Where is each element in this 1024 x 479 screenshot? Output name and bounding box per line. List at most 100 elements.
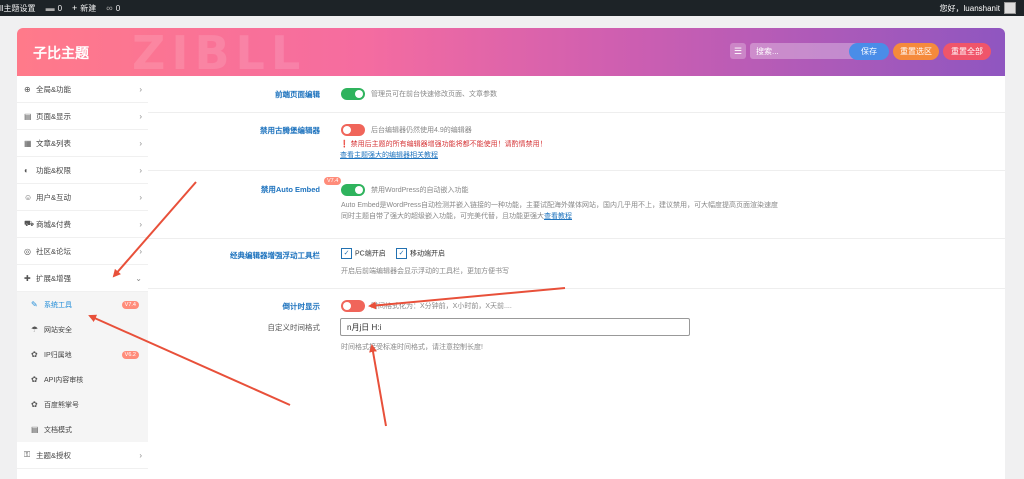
expand-menu-button[interactable]: ☰ bbox=[730, 43, 746, 59]
setting-desc: 禁用WordPress的自动嵌入功能 bbox=[371, 187, 469, 194]
sidebar-item-license[interactable]: ⚿ 主题&授权 › bbox=[17, 442, 148, 469]
sidebar-subitem-baidu[interactable]: ✿ 百度熊掌号 bbox=[17, 392, 148, 417]
chevron-right-icon: › bbox=[139, 450, 142, 460]
sidebar-item-label: 功能&权限 bbox=[36, 165, 72, 175]
puzzle-icon: ✚ bbox=[24, 273, 31, 283]
setting-desc: 后台编辑器仍然使用4.9的编辑器 bbox=[371, 127, 472, 134]
chevron-right-icon: › bbox=[139, 111, 142, 121]
comment-icon: ▬ bbox=[45, 3, 55, 13]
chevron-right-icon: › bbox=[139, 84, 142, 94]
sidebar-item-label: 社区&论坛 bbox=[36, 246, 72, 256]
setting-label: 禁用Auto Embed bbox=[260, 185, 320, 194]
mobile-checkbox-label: 移动端开启 bbox=[410, 250, 445, 258]
chevron-right-icon: › bbox=[139, 192, 142, 202]
time-format-hint: 时间格式接受标准时间格式，请注意控制长度! bbox=[341, 344, 483, 351]
sidebar-subitem-label: 文档模式 bbox=[44, 426, 72, 434]
pc-checkbox-group[interactable]: ✓ PC端开启 bbox=[341, 248, 386, 259]
setting-row-classic-editor: 禁用古腾堡编辑器 后台编辑器仍然使用4.9的编辑器 ❗ 禁用后主题的所有编辑器增… bbox=[148, 112, 1005, 171]
pc-checkbox[interactable]: ✓ bbox=[341, 248, 352, 259]
sidebar-item-shop[interactable]: ⛟ 商城&付费 › bbox=[17, 211, 148, 238]
setting-detail: Auto Embed是WordPress自动检测并嵌入链接的一种功能，主要试配海… bbox=[341, 202, 779, 209]
avatar[interactable] bbox=[1004, 2, 1016, 14]
sidebar-item-global[interactable]: ⊕ 全局&功能 › bbox=[17, 76, 148, 103]
link-icon: ∞ bbox=[106, 3, 113, 13]
setting-row-auto-embed: 禁用Auto Embed V7.4 禁用WordPress的自动嵌入功能 Aut… bbox=[148, 170, 1005, 239]
sidebar-item-label: 全局&功能 bbox=[36, 84, 72, 94]
key-icon: ⚿ bbox=[24, 450, 31, 459]
account-greeting[interactable]: 您好，luanshanit bbox=[940, 3, 1000, 14]
setting-desc: 管理员可在前台快速修改页面、文章参数 bbox=[371, 91, 497, 98]
paw-icon: ✿ bbox=[31, 375, 38, 384]
classic-editor-toggle[interactable] bbox=[341, 124, 365, 136]
version-badge: V7.4 bbox=[324, 177, 342, 185]
paw-icon: ✿ bbox=[31, 400, 38, 409]
cart-icon: ⛟ bbox=[24, 219, 35, 228]
setting-desc: 开启后前端编辑器会显示浮动的工具栏，更加方便书写 bbox=[341, 268, 509, 275]
save-button[interactable]: 保存 bbox=[849, 43, 889, 60]
doc-icon: ▤ bbox=[31, 425, 39, 434]
editor-tutorial-link[interactable]: 查看主题强大的编辑器相关教程 bbox=[340, 150, 438, 160]
updates-link[interactable]: ∞ 0 bbox=[106, 3, 120, 13]
reset-all-button[interactable]: 重置全部 bbox=[943, 43, 991, 60]
sidebar-subitem-label: API内容审核 bbox=[44, 376, 84, 384]
sidebar-subitem-system-tools[interactable]: ✎ 系统工具 V7.4 bbox=[17, 292, 148, 317]
sidebar-subitem-label: 系统工具 bbox=[44, 301, 72, 309]
sidebar-item-permissions[interactable]: ◐ 功能&权限 › bbox=[17, 157, 148, 184]
chat-icon: ◎ bbox=[24, 246, 31, 256]
sidebar-subitem-security[interactable]: ☂ 网站安全 bbox=[17, 317, 148, 342]
mobile-checkbox-group[interactable]: ✓ 移动端开启 bbox=[396, 248, 445, 259]
auto-embed-toggle[interactable] bbox=[341, 184, 365, 196]
sidebar-item-label: 商城&付费 bbox=[36, 219, 72, 229]
page-icon: ▤ bbox=[24, 111, 32, 121]
frontend-edit-toggle[interactable] bbox=[341, 88, 365, 100]
chevron-right-icon: › bbox=[139, 165, 142, 175]
version-badge: V6.2 bbox=[121, 350, 139, 359]
pc-checkbox-label: PC端开启 bbox=[355, 250, 386, 258]
options-header: ZIBLL 子比主题 ☰ 保存 重置选区 重置全部 bbox=[17, 28, 1005, 76]
chevron-right-icon: › bbox=[139, 246, 142, 256]
options-content: 前端页面编辑 管理员可在前台快速修改页面、文章参数 禁用古腾堡编辑器 后台编辑器… bbox=[148, 76, 1005, 479]
new-content-link[interactable]: + 新建 bbox=[72, 3, 96, 14]
setting-label: 经典编辑器增强浮动工具栏 bbox=[230, 251, 320, 260]
sidebar-item-extensions[interactable]: ✚ 扩展&增强 ⌄ bbox=[17, 265, 148, 292]
sidebar-item-posts[interactable]: ▦ 文章&列表 › bbox=[17, 130, 148, 157]
setting-detail: 同时主题自带了强大的超级嵌入功能，可完美代替，且功能更强大查看教程 bbox=[341, 211, 572, 221]
watermark: ZIBLL bbox=[132, 28, 307, 76]
setting-label: 倒计时显示 bbox=[282, 302, 321, 311]
new-label: 新建 bbox=[80, 3, 97, 13]
map-icon: ▦ bbox=[24, 138, 32, 148]
sidebar-subitem-label: IP归属地 bbox=[44, 351, 72, 359]
time-format-input[interactable] bbox=[340, 318, 690, 336]
umbrella-icon: ☂ bbox=[31, 325, 39, 334]
admin-bar: ll主题设置 ▬ 0 + 新建 ∞ 0 您好，luanshanit bbox=[0, 0, 1024, 16]
updates-count: 0 bbox=[115, 3, 121, 13]
setting-label: 禁用古腾堡编辑器 bbox=[260, 126, 320, 135]
site-name-link[interactable]: ll主题设置 bbox=[0, 3, 36, 14]
sidebar-item-label: 用户&互动 bbox=[36, 192, 72, 202]
sidebar-subitem-label: 百度熊掌号 bbox=[44, 401, 79, 409]
search-input[interactable] bbox=[750, 43, 860, 59]
countdown-toggle[interactable] bbox=[341, 300, 365, 312]
time-format-label: 自定义时间格式 bbox=[267, 323, 321, 332]
sidebar-subitem-label: 网站安全 bbox=[44, 326, 72, 334]
comments-count: 0 bbox=[57, 3, 63, 13]
sidebar-subitem-ip-location[interactable]: ✿ IP归属地 V6.2 bbox=[17, 342, 148, 367]
warning-text: ❗ 禁用后主题的所有编辑器增强功能将都不能使用！请酌情禁用！ bbox=[340, 141, 547, 148]
auto-embed-tutorial-link[interactable]: 查看教程 bbox=[544, 213, 572, 220]
paw-icon: ✿ bbox=[31, 350, 38, 359]
shield-icon: ◐ bbox=[24, 165, 29, 175]
user-icon: ☺ bbox=[24, 192, 33, 202]
sidebar-item-label: 主题&授权 bbox=[36, 450, 72, 460]
sidebar-subitem-api-review[interactable]: ✿ API内容审核 bbox=[17, 367, 148, 392]
version-badge: V7.4 bbox=[121, 300, 139, 309]
sidebar-item-users[interactable]: ☺ 用户&互动 › bbox=[17, 184, 148, 211]
sidebar-subitem-docs[interactable]: ▤ 文档模式 bbox=[17, 417, 148, 442]
reset-section-button[interactable]: 重置选区 bbox=[893, 43, 939, 60]
sidebar-item-forum[interactable]: ◎ 社区&论坛 › bbox=[17, 238, 148, 265]
setting-label: 前端页面编辑 bbox=[275, 90, 320, 99]
comments-link[interactable]: ▬ 0 bbox=[46, 3, 62, 13]
sidebar-item-page[interactable]: ▤ 页面&显示 › bbox=[17, 103, 148, 130]
setting-row-toolbar: 经典编辑器增强浮动工具栏 ✓ PC端开启 ✓ 移动端开启 开启后前端编辑器会显示浮动… bbox=[148, 238, 1005, 289]
chevron-right-icon: › bbox=[139, 138, 142, 148]
mobile-checkbox[interactable]: ✓ bbox=[396, 248, 407, 259]
